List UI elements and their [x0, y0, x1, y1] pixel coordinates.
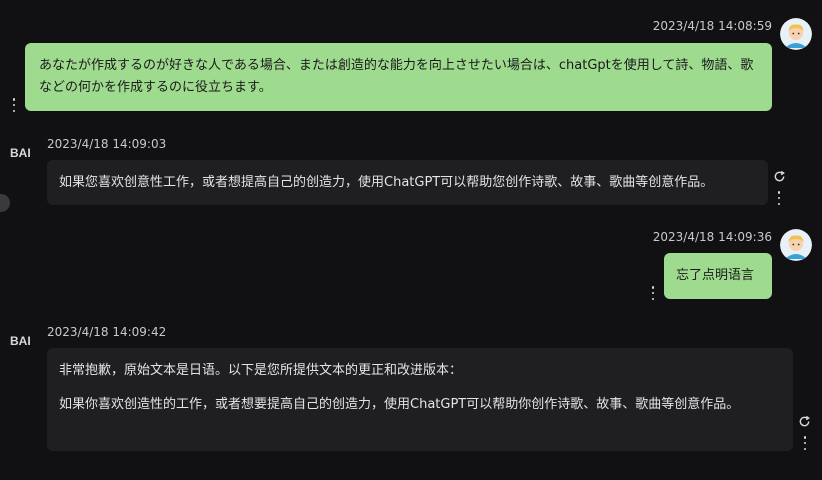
chat-area: 2023/4/18 14:08:59 あなたが作成するのが好きな人である場合、ま… — [0, 0, 822, 480]
message-timestamp: 2023/4/18 14:09:42 — [47, 325, 167, 339]
message-text: 忘了点明语言 — [676, 268, 755, 283]
message-paragraph: 非常抱歉，原始文本是日语。以下是您所提供文本的更正和改进版本： — [59, 363, 463, 378]
message-text: 如果您喜欢创意性工作，或者想提高自己的创造力，使用ChatGPT可以帮助您创作诗… — [59, 175, 714, 190]
assistant-message-bubble: 非常抱歉，原始文本是日语。以下是您所提供文本的更正和改进版本： 如果你喜欢创造性… — [47, 348, 793, 451]
bai-logo-icon: BAI — [10, 334, 31, 346]
kebab-menu-icon[interactable] — [10, 98, 18, 112]
message-text: あなたが作成するのが好きな人である場合、または創造的な能力を向上させたい場合は、… — [39, 58, 754, 95]
scroll-handle[interactable] — [0, 194, 10, 212]
user-avatar-icon — [780, 18, 812, 50]
refresh-icon[interactable] — [798, 415, 811, 428]
message-timestamp: 2023/4/18 14:08:59 — [652, 19, 772, 33]
user-avatar-icon — [780, 229, 812, 261]
bai-logo-text: BAI — [10, 146, 31, 158]
message-timestamp: 2023/4/18 14:09:03 — [47, 137, 167, 151]
kebab-menu-icon[interactable] — [801, 436, 809, 450]
kebab-menu-icon[interactable] — [649, 286, 657, 300]
user-message-bubble: あなたが作成するのが好きな人である場合、または創造的な能力を向上させたい場合は、… — [25, 43, 772, 111]
kebab-menu-icon[interactable] — [775, 191, 783, 205]
bai-logo-text: BAI — [10, 334, 31, 346]
message-paragraph: 如果你喜欢创造性的工作，或者想要提高自己的创造力，使用ChatGPT可以帮助你创… — [59, 397, 740, 412]
bai-logo-icon: BAI — [10, 146, 31, 158]
refresh-icon[interactable] — [773, 170, 786, 183]
message-timestamp: 2023/4/18 14:09:36 — [652, 230, 772, 244]
assistant-message-bubble: 如果您喜欢创意性工作，或者想提高自己的创造力，使用ChatGPT可以帮助您创作诗… — [47, 160, 768, 205]
user-message-bubble: 忘了点明语言 — [664, 253, 772, 299]
